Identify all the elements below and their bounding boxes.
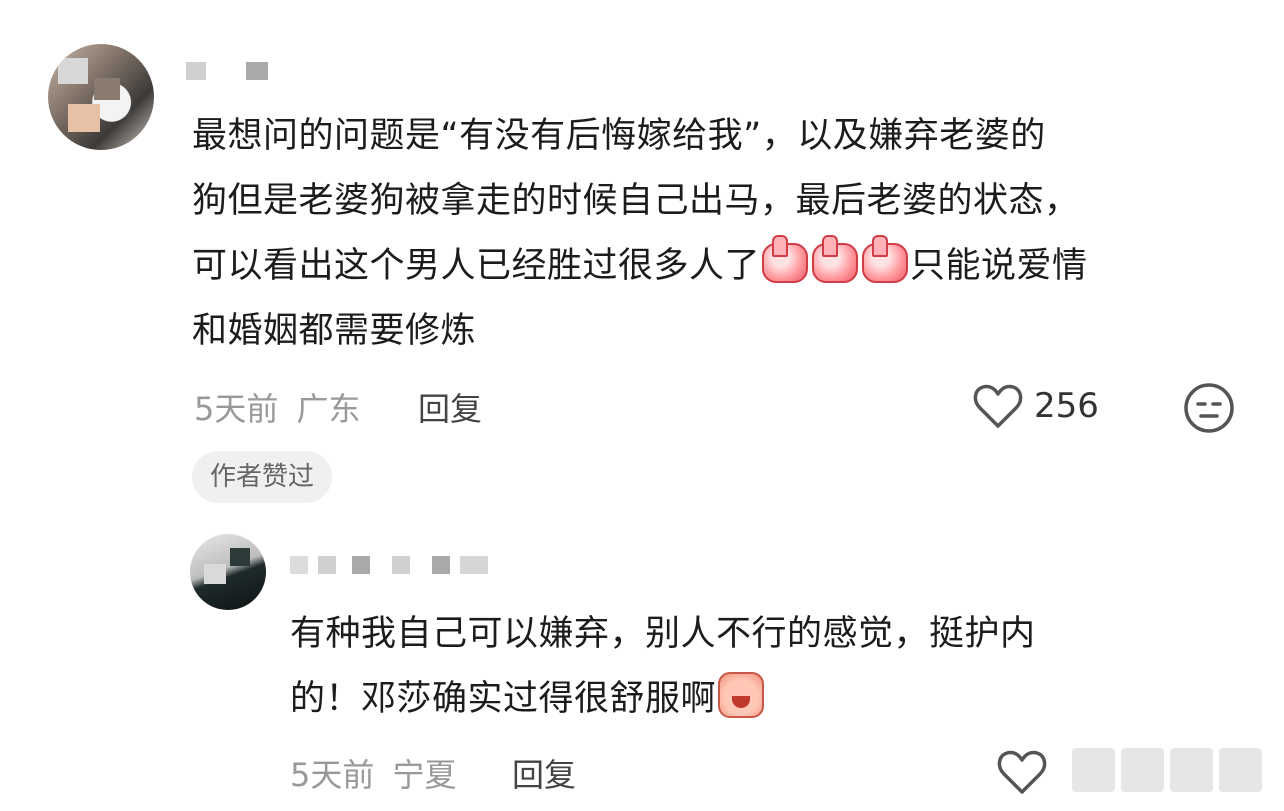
thumbs-up-emoji <box>862 235 909 283</box>
watermark <box>1072 748 1262 792</box>
avatar-blur-block <box>68 104 100 132</box>
reply-button[interactable]: 回复 <box>418 384 482 430</box>
crying-face-emoji <box>718 672 765 718</box>
comment-line-text: 可以看出这个男人已经胜过很多人了 <box>192 246 761 286</box>
comment-time: 5天前 <box>194 390 279 428</box>
comment-text: 有种我自己可以嫌弃，别人不行的感觉，挺护内 的！邓莎确实过得很舒服啊 <box>290 602 1250 732</box>
heart-outline-icon[interactable] <box>972 382 1024 430</box>
watermark-block <box>1121 748 1164 792</box>
watermark-block <box>1072 748 1115 792</box>
comment-meta: 5天前 广东 <box>194 384 361 430</box>
avatar[interactable] <box>48 44 154 150</box>
comment-line: 的！邓莎确实过得很舒服啊 <box>290 667 1250 732</box>
comment-line: 有种我自己可以嫌弃，别人不行的感觉，挺护内 <box>290 614 1036 654</box>
avatar-blur-block <box>58 58 88 84</box>
comment-line: 可以看出这个男人已经胜过很多人了 只能说爱情 <box>192 234 1242 299</box>
comment-line: 最想问的问题是“有没有后悔嫁给我”，以及嫌弃老婆的 <box>192 116 1046 156</box>
like-count: 256 <box>1034 386 1099 426</box>
comment-line-text: 只能说爱情 <box>910 246 1088 286</box>
comment-meta: 5天前 宁夏 <box>290 750 457 796</box>
comment-location: 宁夏 <box>392 756 457 794</box>
comment-line: 狗但是老婆狗被拿走的时候自己出马，最后老婆的状态， <box>192 181 1080 221</box>
heart-outline-icon[interactable] <box>996 748 1048 796</box>
thumbs-up-emoji <box>762 235 809 283</box>
username-blurred[interactable] <box>432 556 450 574</box>
reply-button[interactable]: 回复 <box>512 750 576 796</box>
username-blurred[interactable] <box>290 556 308 574</box>
watermark-block <box>1219 748 1262 792</box>
watermark-block <box>1170 748 1213 792</box>
username-blurred[interactable] <box>318 556 336 574</box>
avatar-blur-block <box>204 564 226 584</box>
comment-line-text: 的！邓莎确实过得很舒服啊 <box>290 679 717 719</box>
username-blurred[interactable] <box>246 62 268 80</box>
avatar-blur-block <box>94 78 120 100</box>
username-blurred[interactable] <box>352 556 370 574</box>
comment-line: 和婚姻都需要修炼 <box>192 311 477 351</box>
username-blurred[interactable] <box>392 556 410 574</box>
comment-time: 5天前 <box>290 756 375 794</box>
author-liked-badge: 作者赞过 <box>192 451 333 503</box>
comment-location: 广东 <box>296 390 361 428</box>
avatar[interactable] <box>190 534 266 610</box>
username-blurred[interactable] <box>186 62 206 80</box>
avatar-blur-block <box>230 548 250 566</box>
thumbs-up-emoji <box>812 235 859 283</box>
thumbs-up-emojis <box>762 235 909 283</box>
username-blurred[interactable] <box>460 556 488 574</box>
comment-text: 最想问的问题是“有没有后悔嫁给我”，以及嫌弃老婆的 狗但是老婆狗被拿走的时候自己… <box>192 104 1242 364</box>
emoji-face-icon[interactable] <box>1183 382 1235 434</box>
